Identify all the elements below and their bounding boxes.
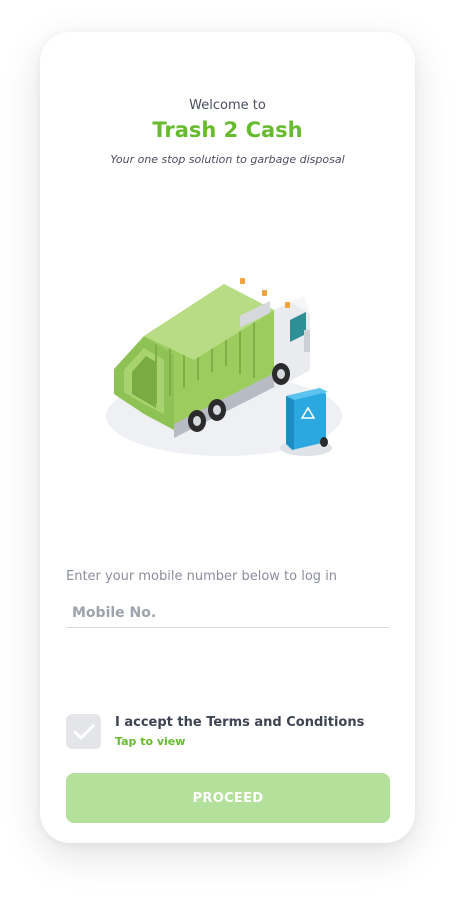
- terms-view-link[interactable]: Tap to view: [115, 735, 185, 748]
- checkmark-icon: [73, 724, 94, 739]
- tagline: Your one stop solution to garbage dispos…: [110, 153, 345, 166]
- terms-label: I accept the Terms and Conditions: [115, 715, 365, 730]
- proceed-button[interactable]: PROCEED: [66, 773, 390, 823]
- login-card: Welcome to Trash 2 Cash Your one stop so…: [40, 32, 415, 843]
- mobile-number-input[interactable]: [66, 598, 389, 628]
- welcome-text: Welcome to: [189, 98, 266, 113]
- login-instruction: Enter your mobile number below to log in: [66, 569, 338, 584]
- garbage-truck-illustration: [104, 274, 344, 474]
- app-title: Trash 2 Cash: [152, 118, 303, 142]
- terms-checkbox[interactable]: [66, 714, 101, 749]
